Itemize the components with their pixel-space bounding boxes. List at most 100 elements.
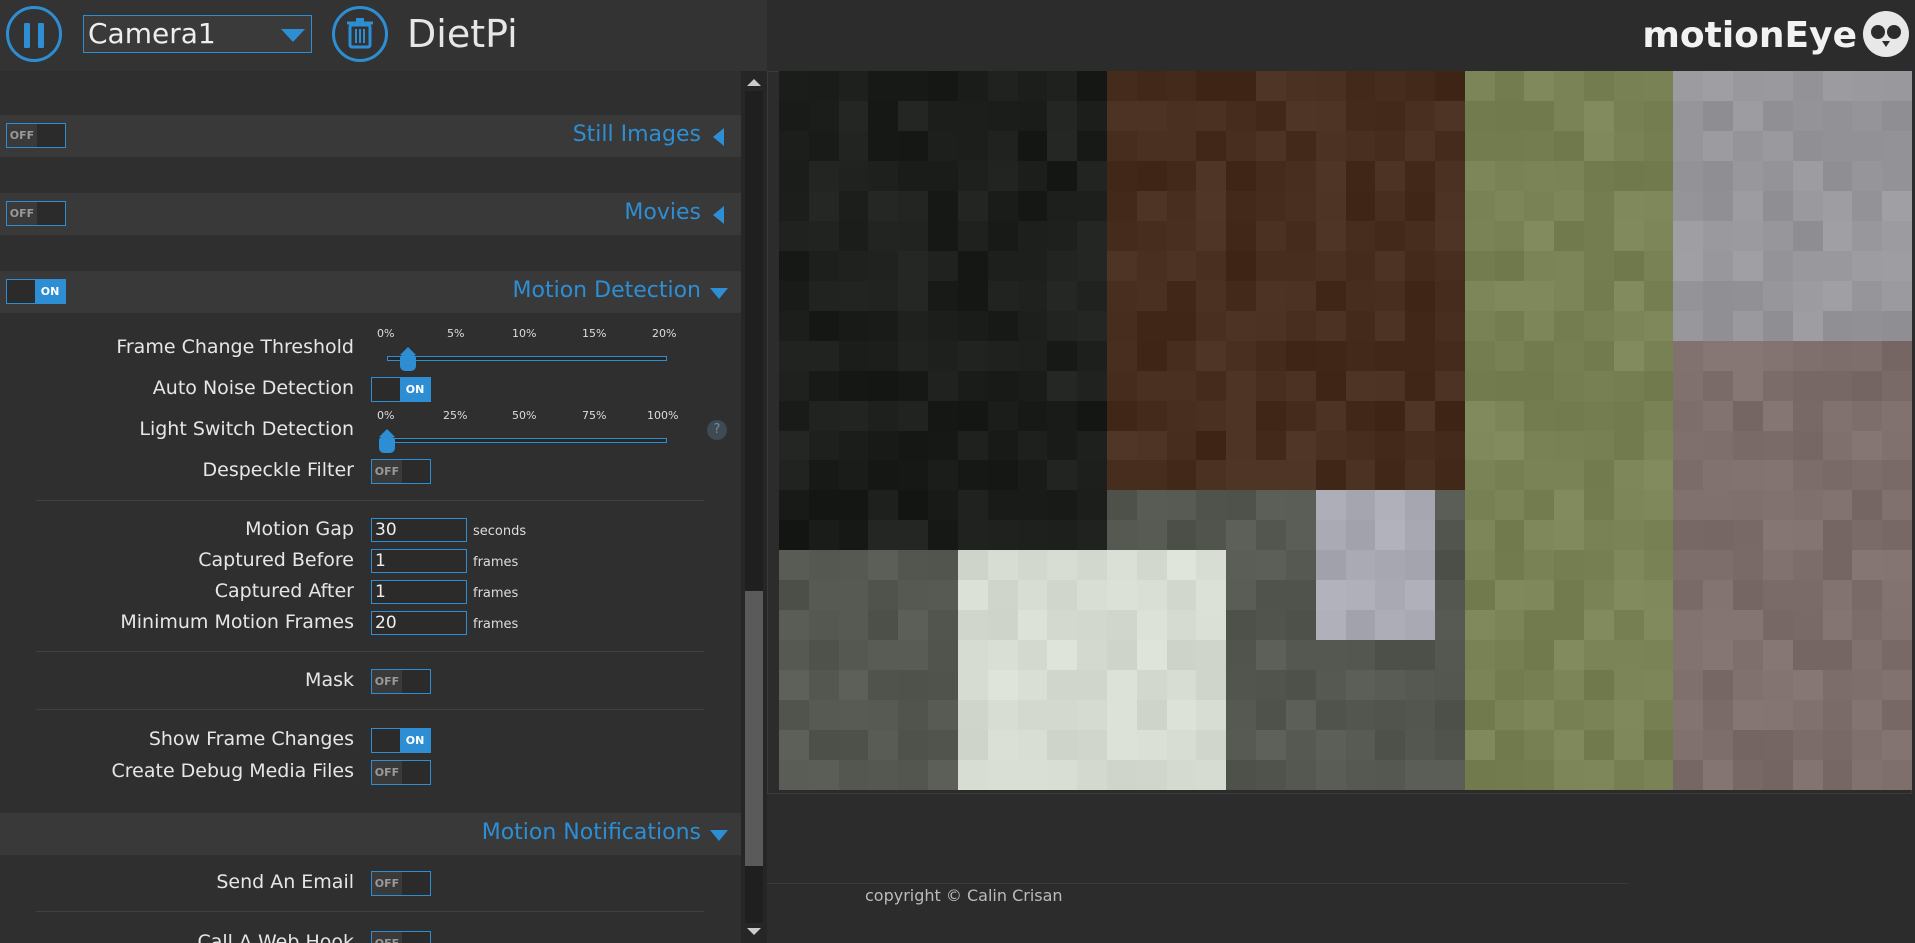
camera-pixel — [838, 640, 869, 671]
camera-pixel — [928, 130, 958, 161]
scroll-up-arrow-icon[interactable] — [747, 79, 761, 86]
camera-pixel — [1196, 310, 1227, 341]
camera-pixel — [1822, 130, 1853, 161]
send-an-email-toggle[interactable]: OFF — [371, 871, 431, 896]
camera-pixel — [1584, 220, 1614, 251]
auto-noise-detection-toggle[interactable]: ON — [371, 377, 431, 402]
captured-before-input[interactable]: 1 — [371, 549, 467, 573]
camera-pixel — [1524, 640, 1555, 671]
camera-pixel — [808, 100, 839, 131]
frame-change-threshold-handle[interactable] — [399, 347, 416, 371]
section-movies[interactable]: OFF Movies — [0, 193, 741, 235]
camera-pixel — [1226, 640, 1257, 671]
camera-pixel — [1703, 220, 1734, 251]
remove-camera-button[interactable] — [332, 6, 388, 62]
camera-pixel — [779, 280, 809, 311]
camera-pixel — [898, 190, 929, 221]
camera-pixel — [838, 190, 869, 221]
camera-pixel — [957, 340, 988, 371]
camera-pixel — [779, 100, 809, 131]
help-icon[interactable]: ? — [707, 420, 727, 440]
camera-pixel — [1256, 430, 1286, 461]
still-images-toggle[interactable]: OFF — [6, 123, 66, 148]
camera-pixel — [1285, 400, 1316, 431]
call-a-web-hook-toggle[interactable]: OFF — [371, 931, 431, 943]
camera-pixel — [1882, 250, 1912, 281]
light-switch-detection-handle[interactable] — [379, 429, 395, 453]
camera-pixel — [957, 430, 988, 461]
camera-pixel — [1792, 550, 1823, 581]
settings-scrollbar[interactable] — [741, 71, 767, 943]
camera-pixel — [1315, 190, 1346, 221]
camera-pixel — [1792, 730, 1823, 761]
camera-pixel — [838, 100, 869, 131]
camera-pixel — [1196, 550, 1227, 581]
pause-menu-button[interactable] — [6, 6, 62, 62]
camera-pixel — [1166, 610, 1197, 641]
camera-pixel — [779, 400, 809, 431]
camera-pixel — [838, 490, 869, 521]
camera-pixel — [1792, 760, 1823, 790]
camera-pixel — [1285, 370, 1316, 401]
captured-after-input[interactable]: 1 — [371, 580, 467, 604]
camera-pixel — [1673, 520, 1704, 551]
camera-pixel — [1256, 730, 1286, 761]
camera-pixel — [1852, 460, 1883, 491]
camera-pixel — [838, 580, 869, 611]
camera-pixel — [1196, 490, 1227, 521]
camera-pixel — [1673, 130, 1704, 161]
camera-pixel — [1136, 670, 1167, 701]
captured-before-label: Captured Before — [198, 549, 354, 571]
camera-pixel — [1405, 580, 1435, 611]
camera-pixel — [1047, 160, 1078, 191]
camera-pixel — [1434, 250, 1465, 281]
camera-pixel — [1375, 700, 1406, 731]
section-motion-detection[interactable]: ON Motion Detection — [0, 271, 741, 313]
copyright-text: copyright © Calin Crisan — [865, 886, 1063, 905]
camera-pixel — [1733, 520, 1763, 551]
camera-pixel — [1494, 520, 1525, 551]
despeckle-filter-toggle[interactable]: OFF — [371, 459, 431, 484]
camera-pixel — [808, 490, 839, 521]
camera-pixel — [1315, 400, 1346, 431]
camera-pixel — [957, 71, 988, 101]
minimum-motion-frames-input[interactable]: 20 — [371, 611, 467, 635]
show-frame-changes-toggle[interactable]: ON — [371, 728, 431, 753]
camera-pixel — [1494, 730, 1525, 761]
camera-pixel — [1226, 190, 1257, 221]
camera-pixel — [1643, 730, 1674, 761]
camera-pixel — [957, 550, 988, 581]
camera-pixel — [1584, 670, 1614, 701]
camera-pixel — [1673, 310, 1704, 341]
camera-pixel — [1554, 250, 1585, 281]
camera-pixel — [1643, 220, 1674, 251]
camera-pixel — [1345, 520, 1376, 551]
camera-pixel — [1017, 460, 1048, 491]
camera-pixel — [1882, 280, 1912, 311]
camera-pixel — [1822, 670, 1853, 701]
camera-pixel — [1584, 280, 1614, 311]
camera-pixel — [1285, 550, 1316, 581]
camera-feed-image[interactable] — [779, 71, 1912, 790]
motion-gap-input[interactable]: 30 — [371, 518, 467, 542]
movies-toggle[interactable]: OFF — [6, 201, 66, 226]
camera-pixel — [1882, 100, 1912, 131]
mask-toggle[interactable]: OFF — [371, 669, 431, 694]
motion-detection-toggle[interactable]: ON — [6, 279, 66, 304]
scroll-down-arrow-icon[interactable] — [747, 928, 761, 935]
camera-select[interactable]: Camera1 — [83, 15, 312, 53]
frame-change-threshold-slider[interactable] — [387, 356, 667, 361]
camera-pixel — [1226, 250, 1257, 281]
camera-pixel — [868, 71, 899, 101]
camera-pixel — [987, 190, 1018, 221]
light-switch-detection-slider[interactable] — [387, 438, 667, 443]
camera-pixel — [1464, 520, 1495, 551]
create-debug-media-files-toggle[interactable]: OFF — [371, 760, 431, 785]
section-still-images[interactable]: OFF Still Images — [0, 115, 741, 157]
scrollbar-thumb[interactable] — [745, 591, 763, 866]
camera-pixel — [1196, 640, 1227, 671]
camera-pixel — [1822, 100, 1853, 131]
camera-pixel — [1792, 610, 1823, 641]
section-motion-notifications[interactable]: Motion Notifications — [0, 813, 741, 855]
owl-logo-icon — [1863, 11, 1909, 57]
